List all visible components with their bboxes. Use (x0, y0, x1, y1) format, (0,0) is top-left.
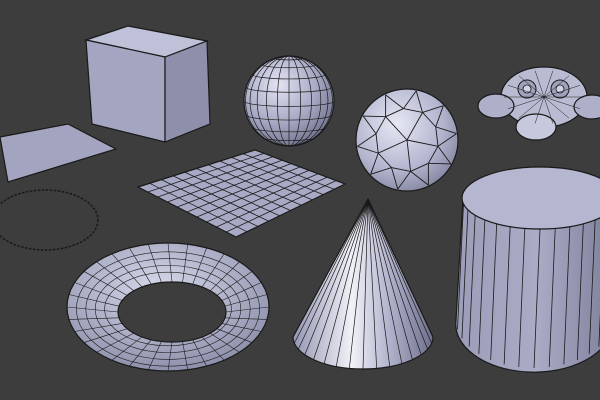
3d-viewport[interactable] (0, 0, 600, 400)
uv-sphere-mesh-icon[interactable] (243, 55, 335, 147)
icosphere-mesh-icon[interactable] (355, 88, 459, 192)
cube-mesh-icon[interactable] (83, 25, 211, 143)
viewport-canvas[interactable] (0, 0, 600, 400)
cylinder-mesh-icon[interactable] (455, 166, 600, 373)
